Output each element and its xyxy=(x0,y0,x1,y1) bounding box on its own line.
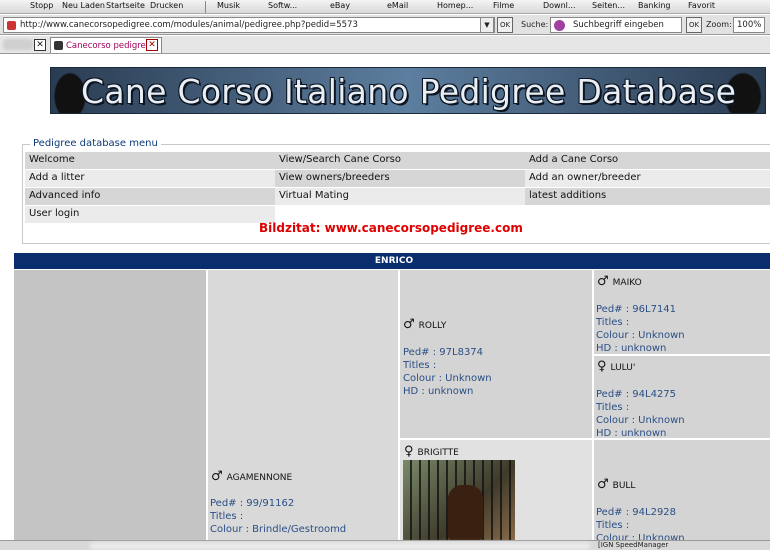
hd: HD : unknown xyxy=(596,428,667,439)
menu-item-user-login[interactable]: User login xyxy=(25,206,275,223)
dog-lulu[interactable]: ♀ LULU' xyxy=(597,359,635,374)
bookmark-banking[interactable]: Banking xyxy=(638,1,670,10)
male-icon: ♂ xyxy=(403,317,415,332)
dog-maiko[interactable]: ♂ MAIKO xyxy=(597,274,642,289)
ped-number: Ped# : 94L2928 xyxy=(596,507,677,518)
titles: Titles : xyxy=(210,511,244,522)
colour: Colour : Unknown xyxy=(403,373,492,384)
url-ok-button[interactable]: OK xyxy=(497,17,513,33)
address-bar-row: http://www.canecorsopedigree.com/modules… xyxy=(0,15,770,35)
dog-rolly[interactable]: ♂ ROLLY xyxy=(403,317,446,332)
dog-name: LULU' xyxy=(610,363,636,373)
male-icon: ♂ xyxy=(597,477,609,492)
hd: HD : unknown xyxy=(403,386,474,397)
dog-name: BRIGITTE xyxy=(417,448,459,458)
zoom-input[interactable]: 100% xyxy=(733,17,765,33)
ped-number: Ped# : 99/91162 xyxy=(210,498,295,509)
menu-item-add-cane-corso[interactable]: Add a Cane Corso xyxy=(525,152,770,169)
print-button[interactable]: Drucken xyxy=(150,1,183,10)
site-favicon-icon xyxy=(7,21,16,30)
male-icon: ♂ xyxy=(597,274,609,289)
colour: Colour : Unknown xyxy=(596,415,685,426)
bookmark-email[interactable]: eMail xyxy=(387,1,408,10)
browser-toolbar: Stopp Neu Laden Startseite Drucken Musik… xyxy=(0,0,770,14)
close-tab-icon[interactable]: ✕ xyxy=(34,39,46,51)
pedigree-header: ENRICO xyxy=(14,253,770,269)
dog-bull[interactable]: ♂ BULL xyxy=(597,477,635,492)
ped-number: Ped# : 96L7141 xyxy=(596,304,677,315)
zoom-label: Zoom: xyxy=(706,20,732,29)
colour: Colour : Brindle/Gestroomd xyxy=(210,524,347,535)
dog-name: MAIKO xyxy=(612,278,642,288)
hd: HD : unknown xyxy=(596,343,667,354)
tab-bar: ✕ Canecorso pedigree... ✕ xyxy=(0,36,770,54)
blurred-tab[interactable] xyxy=(3,39,33,50)
menu-item-view-search[interactable]: View/Search Cane Corso xyxy=(275,152,525,169)
dog-info: Ped# : 96L7141 Titles : Colour : Unknown… xyxy=(596,303,685,355)
menu-item-advanced-info[interactable]: Advanced info xyxy=(25,188,275,205)
bookmark-seiten[interactable]: Seiten... xyxy=(592,1,625,10)
titles: Titles : xyxy=(403,360,437,371)
menu-legend: Pedigree database menu xyxy=(30,138,161,149)
menu-item-latest-additions[interactable]: latest additions xyxy=(525,188,770,205)
menu-item-view-owners[interactable]: View owners/breeders xyxy=(275,170,525,187)
male-icon: ♂ xyxy=(211,469,223,484)
close-active-tab-icon[interactable]: ✕ xyxy=(146,39,158,51)
url-dropdown-button[interactable]: ▼ xyxy=(480,17,494,33)
titles: Titles : xyxy=(596,520,630,531)
stop-button[interactable]: Stopp xyxy=(30,1,53,10)
watermark-text: Bildzitat: www.canecorsopedigree.com xyxy=(259,221,523,235)
female-icon: ♀ xyxy=(404,444,414,459)
titles: Titles : xyxy=(596,317,630,328)
photo-dog xyxy=(448,485,483,540)
toolbar-divider xyxy=(205,1,206,13)
bookmark-filme[interactable]: Filme xyxy=(493,1,514,10)
status-text: [IGN SpeedManager xyxy=(598,541,669,549)
bookmark-favorit[interactable]: Favorit xyxy=(688,1,715,10)
dog-agamennone[interactable]: ♂ AGAMENNONE xyxy=(211,469,292,484)
browser-window: Stopp Neu Laden Startseite Drucken Musik… xyxy=(0,0,770,550)
site-banner: Cane Corso Italiano Pedigree Database xyxy=(50,67,766,114)
reload-button[interactable]: Neu Laden xyxy=(62,1,105,10)
dog-name: AGAMENNONE xyxy=(226,473,293,483)
dog-photo[interactable] xyxy=(403,460,515,540)
search-input[interactable]: Suchbegriff eingeben xyxy=(550,17,682,33)
dog-info: Ped# : 97L8374 Titles : Colour : Unknown… xyxy=(403,346,492,398)
url-input[interactable]: http://www.canecorsopedigree.com/modules… xyxy=(3,17,495,33)
bookmark-ebay[interactable]: eBay xyxy=(330,1,350,10)
url-text: http://www.canecorsopedigree.com/modules… xyxy=(20,20,358,30)
dog-brigitte[interactable]: ♀ BRIGITTE xyxy=(404,444,459,459)
bookmark-musik[interactable]: Musik xyxy=(217,1,240,10)
bookmark-software[interactable]: Softw... xyxy=(268,1,297,10)
banner-title: Cane Corso Italiano Pedigree Database xyxy=(81,72,737,111)
dog-name: ROLLY xyxy=(418,321,447,331)
colour: Colour : Unknown xyxy=(596,330,685,341)
search-placeholder: Suchbegriff eingeben xyxy=(573,20,664,30)
dog-name: BULL xyxy=(612,481,636,491)
dog-info: Ped# : 99/91162 Titles : Colour : Brindl… xyxy=(210,497,346,536)
bookmark-downloads[interactable]: Downl... xyxy=(543,1,576,10)
search-label: Suche: xyxy=(521,20,549,29)
tab-favicon-icon xyxy=(54,41,63,50)
home-button[interactable]: Startseite xyxy=(106,1,145,10)
female-icon: ♀ xyxy=(597,359,607,374)
status-bar: [IGN SpeedManager xyxy=(0,540,770,550)
menu-item-add-litter[interactable]: Add a litter xyxy=(25,170,275,187)
dog-info: Ped# : 94L4275 Titles : Colour : Unknown… xyxy=(596,388,685,440)
titles: Titles : xyxy=(596,402,630,413)
pedigree-col-subject xyxy=(14,270,206,540)
bookmark-homepage[interactable]: Homep... xyxy=(437,1,473,10)
search-engine-icon[interactable] xyxy=(554,20,565,31)
status-blurred-area xyxy=(90,543,590,549)
ped-number: Ped# : 94L4275 xyxy=(596,389,677,400)
menu-item-virtual-mating[interactable]: Virtual Mating xyxy=(275,188,525,205)
ped-number: Ped# : 97L8374 xyxy=(403,347,484,358)
search-ok-button[interactable]: OK xyxy=(686,17,702,33)
menu-item-welcome[interactable]: Welcome xyxy=(25,152,275,169)
menu-item-add-owner[interactable]: Add an owner/breeder xyxy=(525,170,770,187)
